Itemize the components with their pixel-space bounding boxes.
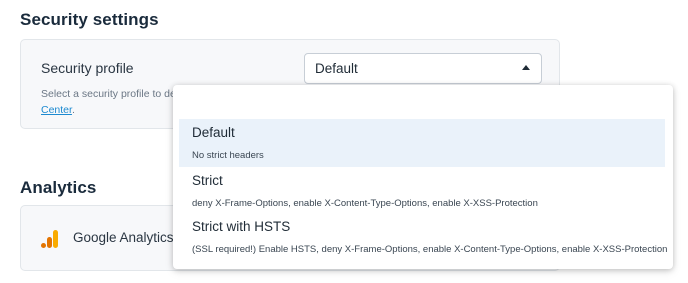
security-profile-help-link-line: Center.: [41, 101, 75, 119]
option-default[interactable]: Default No strict headers: [179, 119, 665, 167]
security-profile-label: Security profile: [41, 60, 134, 76]
option-strict-description: deny X-Frame-Options, enable X-Content-T…: [192, 198, 538, 209]
option-strict-title: Strict: [192, 173, 223, 188]
google-analytics-icon: [41, 230, 58, 248]
analytics-heading: Analytics: [20, 178, 97, 197]
option-default-title: Default: [192, 125, 235, 140]
help-center-link[interactable]: Center: [41, 104, 72, 116]
security-profile-selected-value: Default: [315, 61, 358, 76]
option-default-description: No strict headers: [192, 150, 264, 161]
security-profile-select[interactable]: Default: [304, 53, 542, 84]
option-strict-with-hsts[interactable]: Strict with HSTS (SSL required!) Enable …: [179, 213, 668, 259]
google-analytics-label: Google Analytics: [73, 230, 174, 245]
option-strict[interactable]: Strict deny X-Frame-Options, enable X-Co…: [179, 167, 665, 213]
security-settings-heading: Security settings: [20, 10, 159, 29]
option-strict-with-hsts-description: (SSL required!) Enable HSTS, deny X-Fram…: [192, 244, 668, 255]
option-strict-with-hsts-title: Strict with HSTS: [192, 219, 291, 234]
security-profile-dropdown-menu: Default No strict headers Strict deny X-…: [173, 85, 673, 269]
help-link-suffix: .: [71, 104, 75, 116]
caret-up-icon: [522, 65, 530, 70]
